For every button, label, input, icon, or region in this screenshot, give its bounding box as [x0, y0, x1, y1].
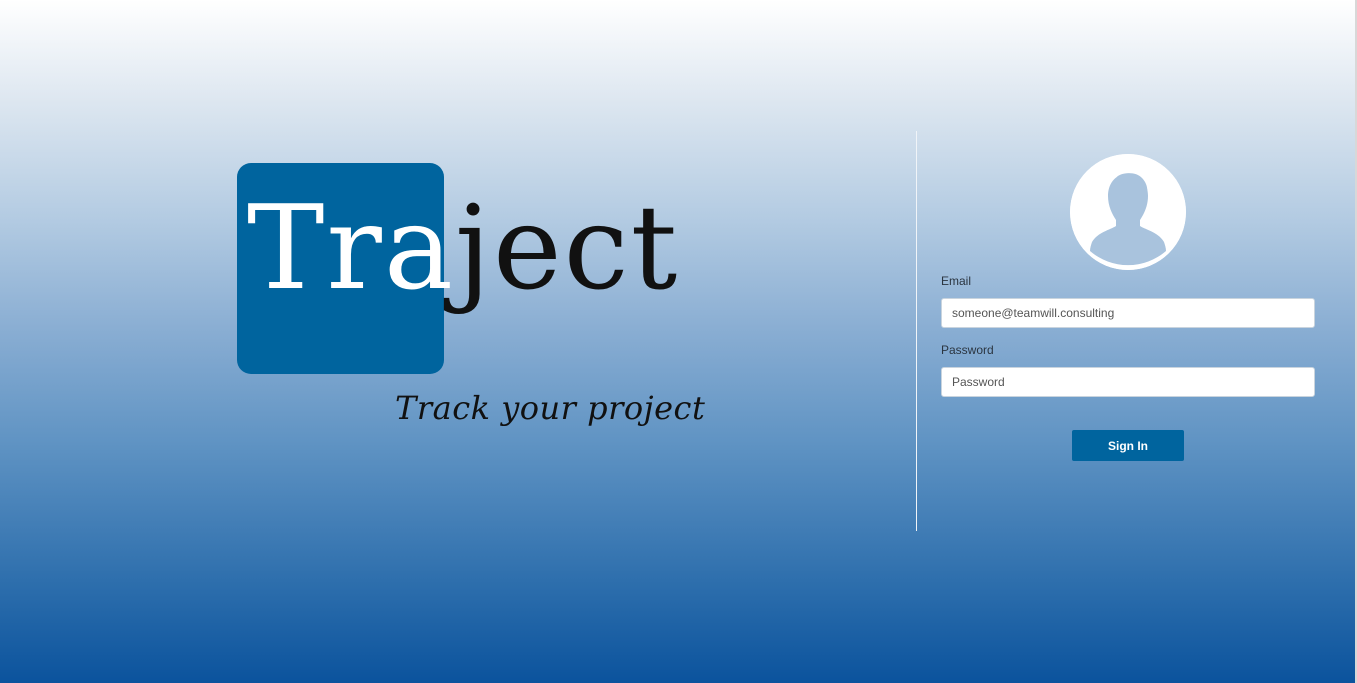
- email-field[interactable]: [941, 298, 1315, 328]
- tagline: Track your project: [395, 389, 706, 427]
- sign-in-button[interactable]: Sign In: [1072, 430, 1184, 461]
- logo-wordmark-rest: ject: [454, 181, 680, 316]
- password-field[interactable]: [941, 367, 1315, 397]
- vertical-divider: [916, 131, 917, 531]
- user-silhouette-icon: [1070, 154, 1186, 270]
- logo-wordmark-highlight: Tra: [247, 181, 455, 316]
- logo-wordmark: Traject: [247, 191, 679, 307]
- email-label: Email: [941, 274, 972, 288]
- traject-logo: Traject Track your project: [237, 163, 705, 443]
- password-label: Password: [941, 343, 994, 357]
